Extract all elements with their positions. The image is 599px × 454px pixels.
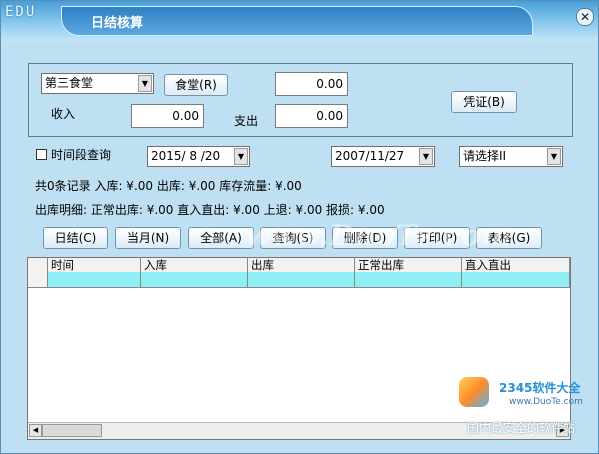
- summary-line-1: 共0条记录 入库: ¥.00 出库: ¥.00 库存流量: ¥.00: [35, 179, 302, 193]
- scroll-left-icon[interactable]: ◀: [29, 424, 42, 437]
- income-field[interactable]: 0.00: [131, 104, 204, 128]
- canteen-button[interactable]: 食堂(R): [164, 74, 228, 96]
- daily-settlement-window: EDU 日结核算 ✕ 第三食堂 ▼ 食堂(R) 0.00 收入 0.00 支出 …: [0, 0, 599, 454]
- table-cell[interactable]: [355, 272, 462, 287]
- scroll-thumb[interactable]: [42, 424, 102, 437]
- period-query-label: 时间段查询: [51, 148, 112, 162]
- window-title: 日结核算: [91, 16, 144, 31]
- table-cell[interactable]: [462, 272, 570, 287]
- daily-button[interactable]: 日结(C): [43, 227, 108, 249]
- summary-line-2: 出库明细: 正常出库: ¥.00 直入直出: ¥.00 上退: ¥.00 报损:…: [35, 203, 385, 217]
- category-value: 请选择II: [463, 149, 507, 163]
- col-header-time[interactable]: 时间: [48, 258, 141, 272]
- table-cell[interactable]: [248, 272, 355, 287]
- canteen-select[interactable]: 第三食堂 ▼: [41, 73, 154, 94]
- col-header-normal-out[interactable]: 正常出库: [355, 258, 462, 272]
- col-header-direct[interactable]: 直入直出: [462, 258, 570, 272]
- row-selector[interactable]: [28, 272, 48, 287]
- title-bar[interactable]: EDU 日结核算 ✕: [1, 1, 598, 41]
- expense-label: 支出: [234, 114, 259, 128]
- voucher-button[interactable]: 凭证(B): [451, 91, 517, 113]
- table-cell[interactable]: [141, 272, 248, 287]
- all-button[interactable]: 全部(A): [188, 227, 254, 249]
- center-watermark: www.DuoTe.com: [246, 219, 513, 252]
- chevron-down-icon[interactable]: ▼: [419, 148, 433, 165]
- date-to-picker[interactable]: 2007/11/27 ▼: [331, 146, 435, 167]
- brand-watermark: 2345软件大全: [499, 381, 581, 395]
- edu-logo: EDU: [5, 4, 37, 20]
- income-label: 收入: [51, 107, 76, 121]
- date-from-picker[interactable]: 2015/ 8 /20 ▼: [147, 146, 250, 167]
- col-header-out[interactable]: 出库: [248, 258, 355, 272]
- table-cell[interactable]: [48, 272, 141, 287]
- chevron-down-icon[interactable]: ▼: [234, 148, 248, 165]
- table-header: 时间 入库 出库 正常出库 直入直出: [28, 258, 570, 273]
- canteen-value: 第三食堂: [45, 76, 94, 90]
- expense-field[interactable]: 0.00: [275, 104, 348, 128]
- date-from-value: 2015/ 8 /20: [151, 149, 221, 163]
- brand-url-watermark: www.DuoTe.com: [509, 397, 583, 407]
- col-header-in[interactable]: 入库: [141, 258, 248, 272]
- brand-logo-icon: [459, 377, 489, 407]
- category-select[interactable]: 请选择II ▼: [459, 146, 563, 167]
- footer-watermark: 国内最安全的软件站: [467, 421, 576, 435]
- chevron-down-icon[interactable]: ▼: [138, 75, 152, 92]
- close-button[interactable]: ✕: [576, 8, 594, 26]
- records-table[interactable]: 时间 入库 出库 正常出库 直入直出 ◀ ▶: [27, 257, 571, 440]
- table-row[interactable]: [28, 272, 570, 288]
- top-amount-field[interactable]: 0.00: [275, 72, 348, 96]
- month-button[interactable]: 当月(N): [115, 227, 181, 249]
- chevron-down-icon[interactable]: ▼: [547, 148, 561, 165]
- period-query-checkbox[interactable]: [36, 149, 47, 160]
- date-to-value: 2007/11/27: [335, 149, 405, 163]
- row-header-corner: [28, 258, 48, 272]
